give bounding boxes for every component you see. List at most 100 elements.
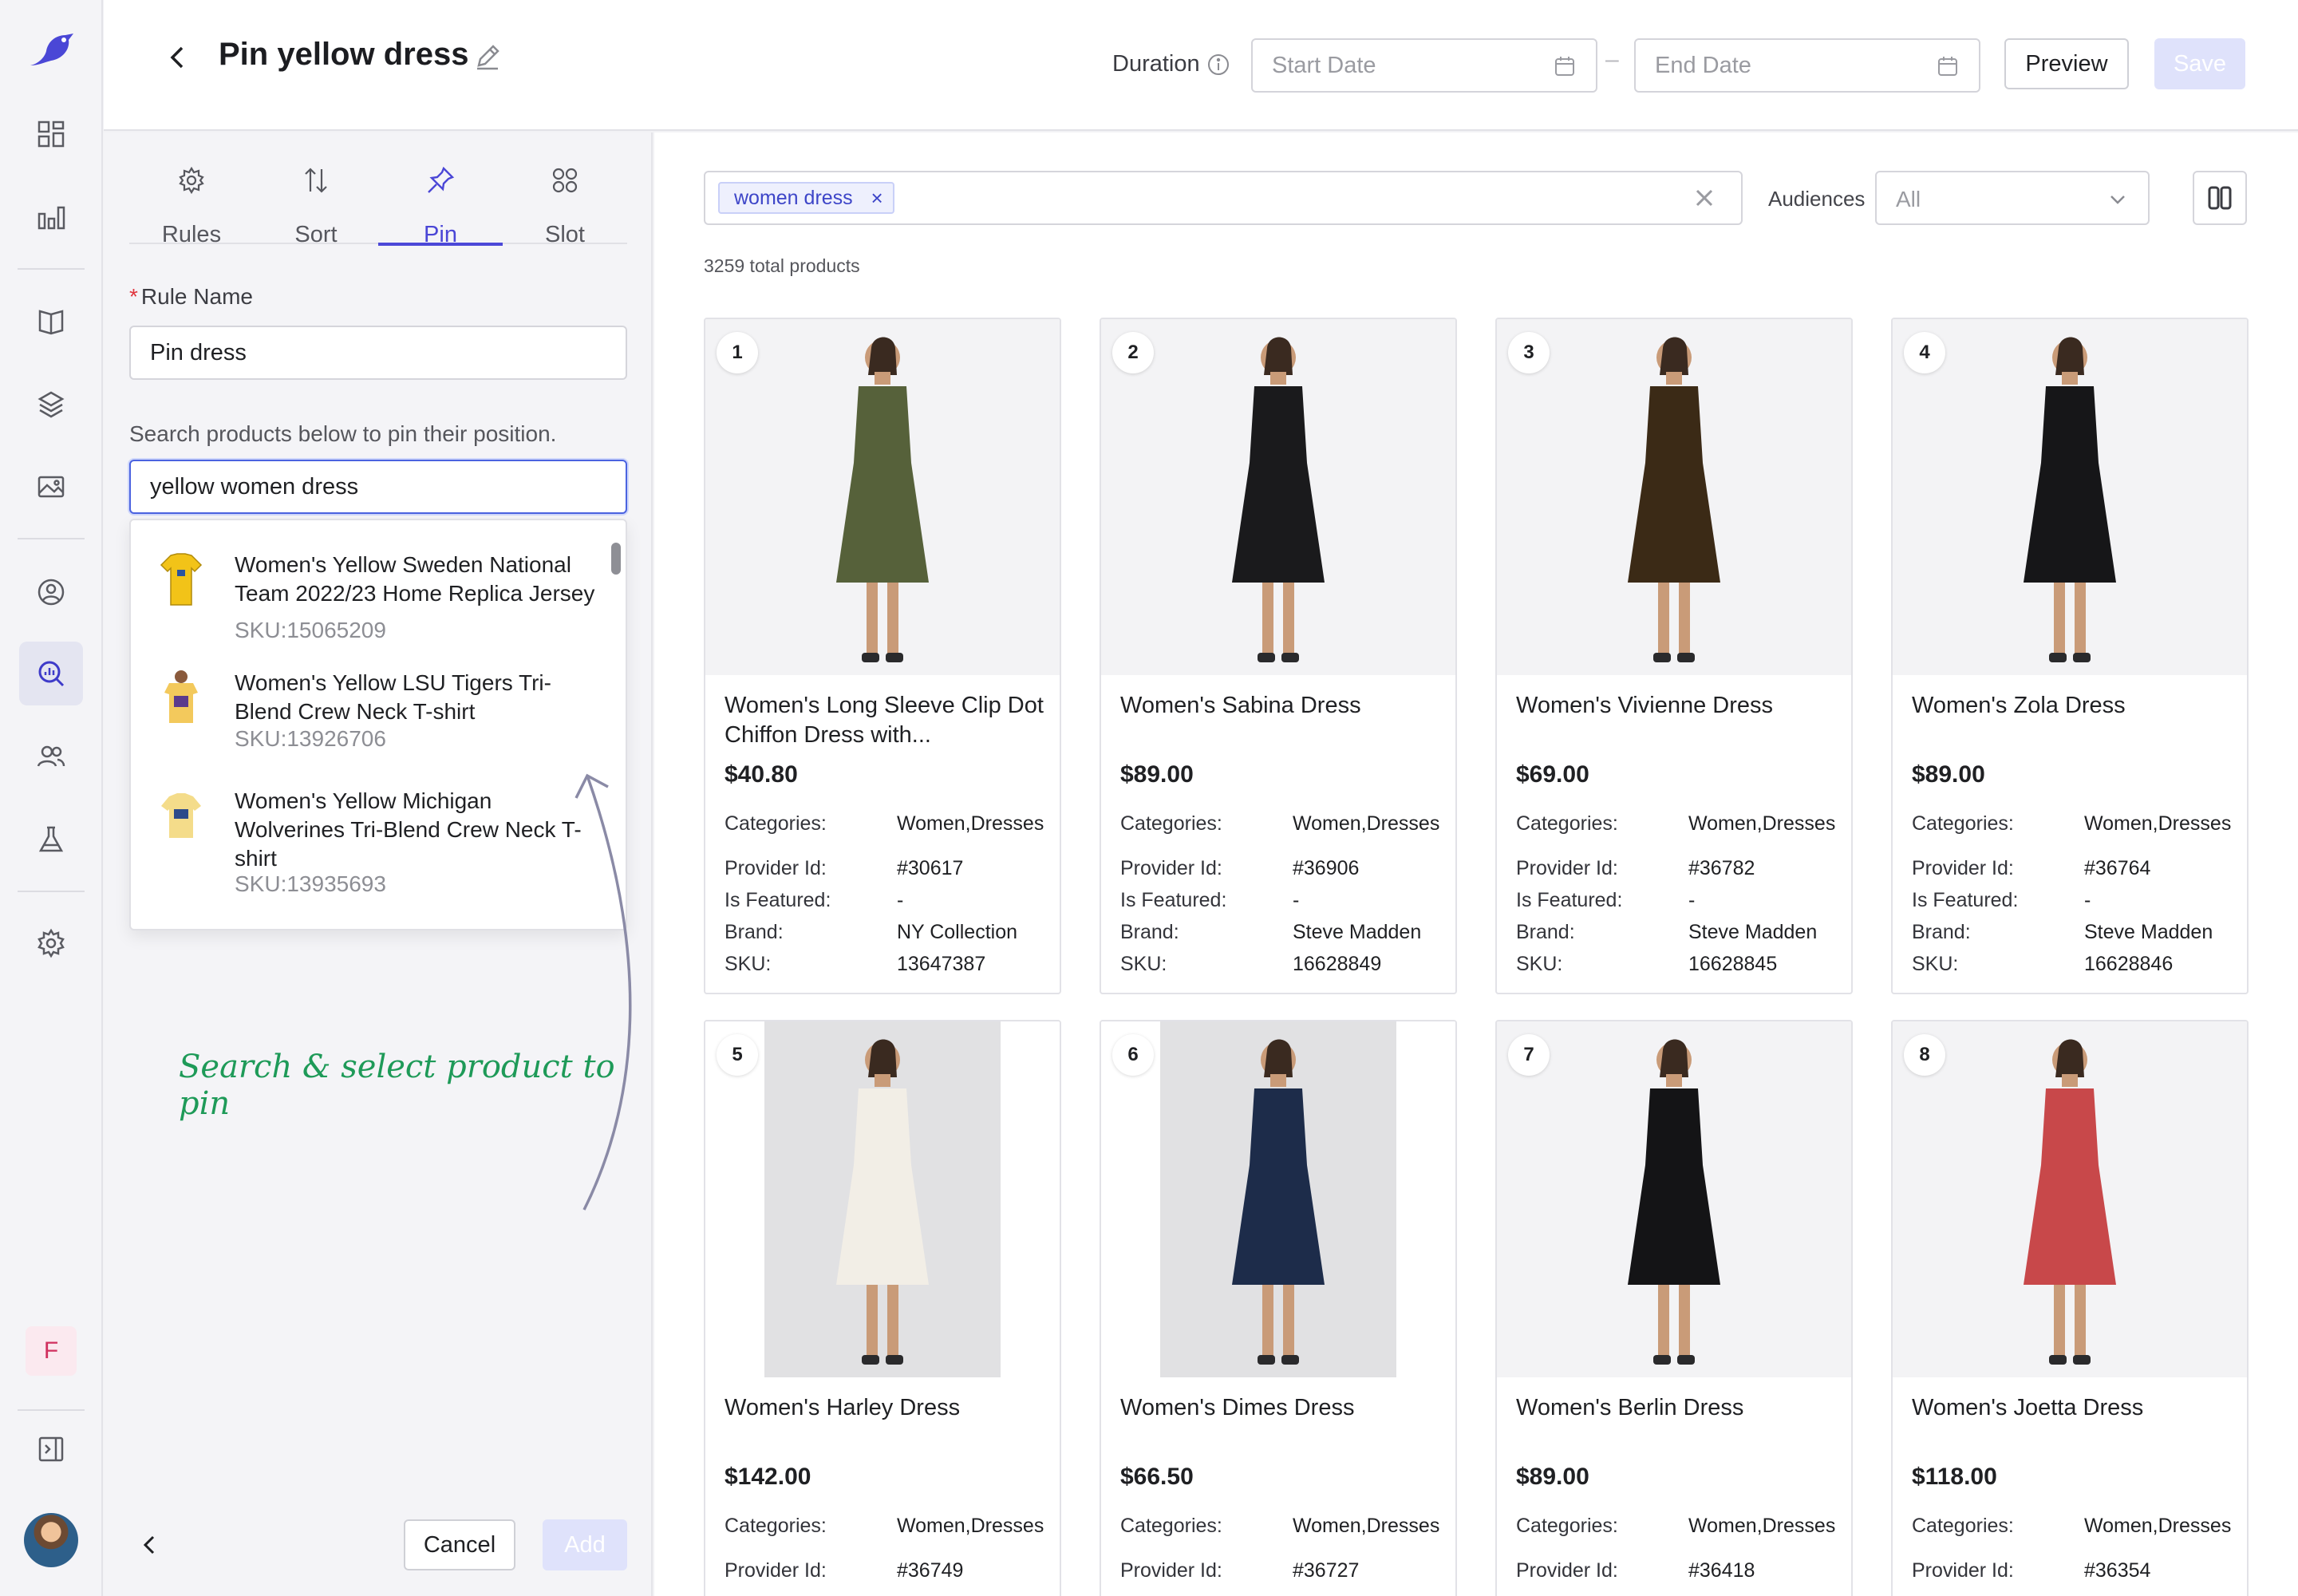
- product-price: $66.50: [1120, 1464, 1194, 1490]
- product-image[interactable]: [1497, 1021, 1851, 1377]
- cancel-button[interactable]: Cancel: [404, 1519, 515, 1570]
- product-price: $118.00: [1912, 1464, 1997, 1490]
- pin-position-badge: 3: [1508, 332, 1550, 373]
- result-sku: SKU:13926706: [235, 726, 386, 751]
- user-avatar[interactable]: [24, 1513, 78, 1567]
- chevron-left-icon[interactable]: [136, 1531, 164, 1559]
- model-figure: [1232, 1039, 1325, 1365]
- product-image[interactable]: [1497, 319, 1851, 675]
- product-card[interactable]: 6 Women's Dimes Dress $66.50 Categories: Wom…: [1100, 1020, 1457, 1596]
- remove-tag-icon[interactable]: ×: [871, 184, 882, 212]
- gear-icon[interactable]: [29, 921, 73, 966]
- rule-tabs: Rules Sort Pin Slot: [129, 155, 627, 247]
- product-name: Women's Zola Dress: [1912, 693, 2126, 718]
- annotation-text: Search & select product to pin: [179, 1049, 615, 1122]
- add-button[interactable]: Add: [543, 1519, 627, 1570]
- end-date-field[interactable]: [1634, 38, 1980, 93]
- product-card[interactable]: 7 Women's Berlin Dress $89.00 Categories: Wo…: [1495, 1020, 1853, 1596]
- product-search-input[interactable]: [150, 474, 613, 500]
- product-card[interactable]: 3 Women's Vivienne Dress $69.00 Categories:…: [1495, 318, 1853, 994]
- calendar-icon[interactable]: [1553, 54, 1577, 78]
- audiences-select[interactable]: All: [1875, 171, 2150, 225]
- query-tag[interactable]: women dress ×: [718, 182, 894, 214]
- save-button[interactable]: Save: [2154, 38, 2245, 89]
- model-figure: [1628, 337, 1720, 662]
- flask-icon[interactable]: [29, 817, 73, 862]
- result-name: Women's Yellow Michigan Wolverines Tri-B…: [235, 788, 582, 871]
- product-image[interactable]: [1893, 1021, 2247, 1377]
- analytics-icon[interactable]: [29, 195, 73, 239]
- gear-icon: [179, 166, 204, 195]
- chevron-down-icon: [2110, 196, 2125, 204]
- product-search-field[interactable]: [129, 460, 627, 514]
- grid-icon: [552, 168, 578, 193]
- pencil-icon[interactable]: [472, 41, 503, 72]
- sort-icon: [305, 168, 327, 193]
- rail-divider: [18, 891, 85, 892]
- pin-icon: [428, 166, 455, 193]
- users-icon[interactable]: [29, 734, 73, 779]
- search-result-item[interactable]: Women's Yellow Sweden National Team 2022…: [131, 520, 610, 642]
- start-date-field[interactable]: [1251, 38, 1597, 93]
- catalog-icon[interactable]: [29, 298, 73, 343]
- search-result-item[interactable]: Women's Yellow Michigan Wolverines Tri-B…: [131, 757, 610, 896]
- pin-position-badge: 1: [717, 332, 758, 373]
- bird-logo-icon[interactable]: [27, 30, 75, 72]
- user-circle-icon[interactable]: [29, 570, 73, 614]
- close-icon[interactable]: [1690, 184, 1719, 212]
- product-price: $142.00: [725, 1464, 811, 1490]
- pin-position-badge: 5: [717, 1034, 758, 1076]
- product-card[interactable]: 2 Women's Sabina Dress $89.00 Categories: Wo…: [1100, 318, 1457, 994]
- query-tags-field[interactable]: women dress ×: [704, 171, 1743, 225]
- left-rail: F: [0, 0, 103, 1596]
- product-image[interactable]: [1101, 319, 1455, 675]
- model-figure: [2024, 337, 2116, 662]
- product-image[interactable]: [1101, 1021, 1455, 1377]
- audiences-value: All: [1896, 187, 1921, 211]
- product-image[interactable]: [705, 319, 1060, 675]
- rule-name-field[interactable]: [129, 326, 627, 380]
- product-name: Women's Vivienne Dress: [1516, 693, 1773, 718]
- workspace-badge[interactable]: F: [26, 1326, 77, 1376]
- tshirt-thumbnail: [161, 793, 201, 838]
- layers-icon[interactable]: [29, 381, 73, 426]
- duration-label: Duration: [1112, 51, 1200, 77]
- tab-rules[interactable]: Rules: [129, 155, 254, 247]
- product-price: $40.80: [725, 761, 798, 788]
- back-arrow-icon[interactable]: [160, 40, 195, 75]
- start-date-input[interactable]: [1272, 53, 1543, 79]
- product-name: Women's Long Sleeve Clip Dot Chiffon Dre…: [725, 693, 1044, 748]
- tab-sort[interactable]: Sort: [254, 155, 378, 247]
- product-price: $89.00: [1912, 761, 1985, 788]
- product-image[interactable]: [1893, 319, 2247, 675]
- search-result-item[interactable]: Women's Yellow LSU Tigers Tri-Blend Crew…: [131, 638, 610, 757]
- model-figure: [836, 337, 929, 662]
- product-image[interactable]: [705, 1021, 1060, 1377]
- pin-position-badge: 6: [1112, 1034, 1154, 1076]
- rule-name-input[interactable]: [150, 340, 613, 366]
- rule-panel: Rules Sort Pin Slot *Rule Name Search pr…: [104, 132, 653, 1596]
- preview-button[interactable]: Preview: [2004, 38, 2129, 89]
- collapse-icon[interactable]: [29, 1427, 73, 1472]
- audiences-label: Audiences: [1768, 187, 1866, 211]
- search-results-dropdown: Women's Yellow Sweden National Team 2022…: [129, 519, 627, 930]
- model-figure: [1628, 1039, 1720, 1365]
- jersey-thumbnail: [160, 553, 203, 606]
- dashboard-icon[interactable]: [29, 112, 73, 156]
- product-name: Women's Berlin Dress: [1516, 1395, 1744, 1420]
- rule-name-label: * Rule Name: [129, 284, 253, 309]
- product-card[interactable]: 4 Women's Zola Dress $89.00 Categories: Wome…: [1891, 318, 2249, 994]
- product-card[interactable]: 1 Women's Long Sleeve Clip Dot Chiffon Dr…: [704, 318, 1061, 994]
- calendar-icon[interactable]: [1936, 54, 1960, 78]
- image-icon[interactable]: [29, 464, 73, 509]
- dropdown-scrollbar[interactable]: [611, 543, 621, 575]
- product-card[interactable]: 8 Women's Joetta Dress $118.00 Categories: W…: [1891, 1020, 2249, 1596]
- product-card[interactable]: 5 Women's Harley Dress $142.00 Categories: W…: [704, 1020, 1061, 1596]
- search-insights-icon[interactable]: [19, 642, 83, 705]
- end-date-input[interactable]: [1655, 53, 1926, 79]
- tab-pin[interactable]: Pin: [378, 155, 503, 247]
- column-layout-button[interactable]: [2193, 171, 2247, 225]
- tab-slot[interactable]: Slot: [503, 155, 627, 247]
- info-icon[interactable]: [1206, 53, 1230, 77]
- product-name: Women's Dimes Dress: [1120, 1395, 1355, 1420]
